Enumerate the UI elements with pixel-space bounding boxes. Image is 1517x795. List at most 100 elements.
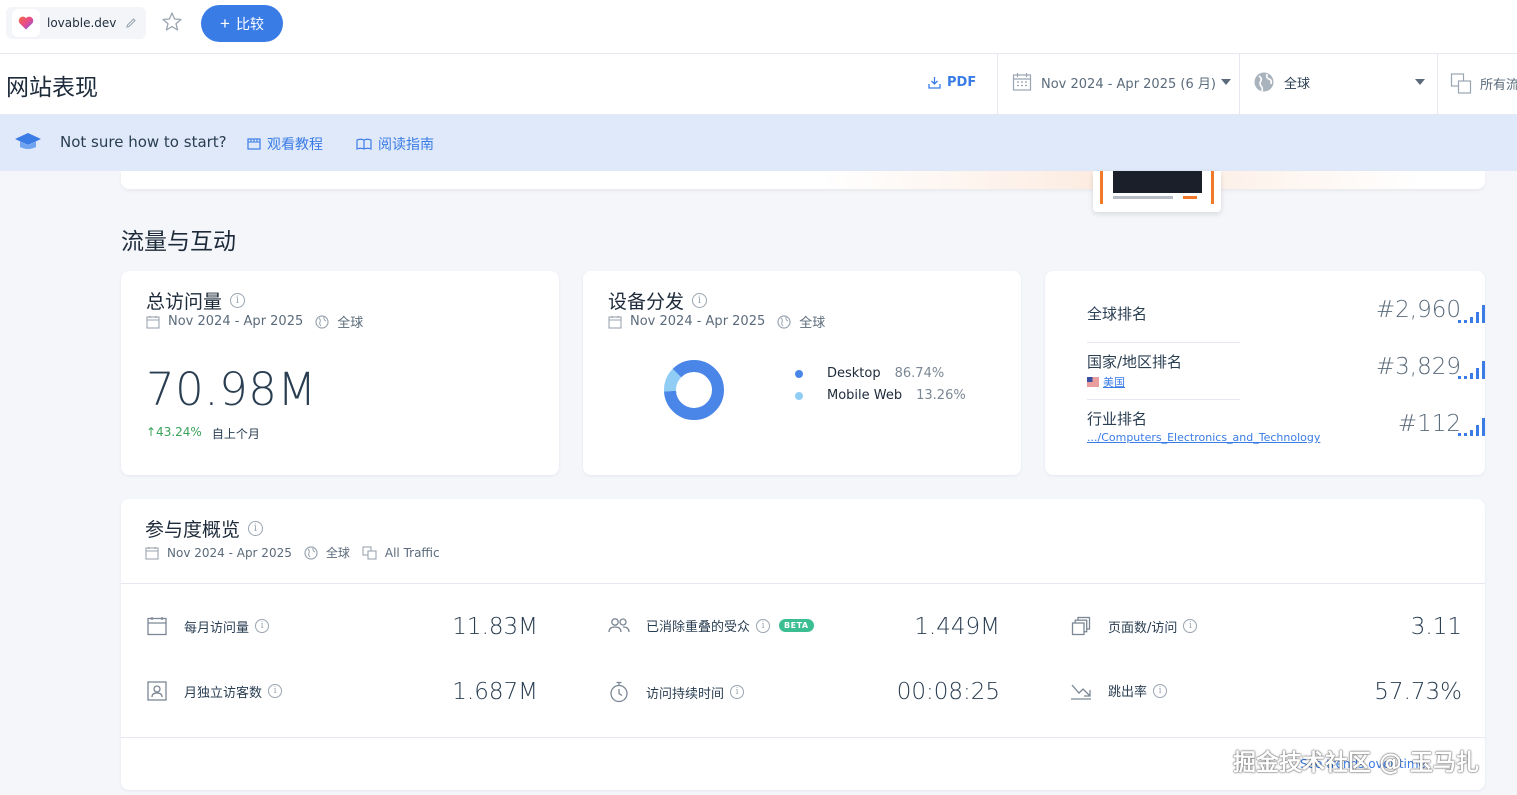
metric-pages-per-visit: 页面数/访问 i bbox=[1070, 616, 1198, 636]
card-title-text: 设备分发 bbox=[608, 291, 685, 313]
watch-tutorial-label: 观看教程 bbox=[267, 137, 323, 153]
legend-pct: 86.74% bbox=[894, 366, 945, 381]
info-icon[interactable]: i bbox=[1183, 619, 1198, 633]
globe-icon bbox=[777, 314, 791, 329]
heart-icon bbox=[12, 9, 40, 37]
calendar-icon bbox=[608, 315, 622, 329]
legend-dot bbox=[795, 369, 803, 378]
site-name: lovable.dev bbox=[47, 16, 117, 30]
total-visits-value: 70.98M bbox=[146, 363, 317, 416]
getting-started-banner: Not sure how to start? 观看教程 阅读指南 bbox=[0, 115, 1517, 171]
traffic-type: All Traffic bbox=[384, 545, 440, 560]
date-range: Nov 2024 - Apr 2025 bbox=[630, 314, 766, 329]
rank-value: #112 bbox=[1397, 411, 1461, 437]
info-icon[interactable]: i bbox=[268, 684, 283, 698]
device-distribution-card: 设备分发 i Nov 2024 - Apr 2025 全球 Desktop 86… bbox=[583, 271, 1021, 475]
metric-value: 1.687M bbox=[452, 679, 538, 705]
country-link-label: 美国 bbox=[1103, 376, 1125, 389]
traffic-value: 所有流 bbox=[1480, 77, 1517, 93]
rank-row-global: 全球排名 #2,960 bbox=[1087, 297, 1485, 324]
metric-label: 已消除重叠的受众 bbox=[646, 620, 751, 635]
info-icon[interactable]: i bbox=[730, 685, 745, 699]
metric-label: 页面数/访问 bbox=[1108, 620, 1178, 636]
date-range-select[interactable]: Nov 2024 - Apr 2025 (6 月) bbox=[1012, 72, 1231, 92]
page-header: 网站表现 PDF Nov 2024 - Apr 2025 (6 月) 全球 所有… bbox=[0, 54, 1517, 115]
pdf-button[interactable]: PDF bbox=[928, 75, 976, 90]
traffic-icon bbox=[362, 545, 377, 560]
metric-label: 跳出率 bbox=[1108, 685, 1148, 700]
info-icon[interactable]: i bbox=[230, 293, 246, 308]
watermark-text: 掘金技术社区 @ 玉马扎 bbox=[1233, 750, 1480, 776]
pdf-label: PDF bbox=[947, 75, 977, 90]
legend-mobile: Mobile Web 13.26% bbox=[795, 388, 966, 403]
metric-label: 访问持续时间 bbox=[646, 686, 725, 702]
metric-label: 月独立访客数 bbox=[184, 685, 263, 701]
region: 全球 bbox=[337, 316, 364, 331]
metric-unique-visitors: 月独立访客数 i bbox=[146, 681, 283, 701]
section-title: 流量与互动 bbox=[121, 229, 236, 255]
info-icon[interactable]: i bbox=[255, 619, 270, 633]
card-meta: Nov 2024 - Apr 2025 全球 bbox=[146, 312, 363, 331]
device-title: 设备分发 i bbox=[608, 287, 708, 314]
card-title-text: 参与度概览 bbox=[145, 519, 241, 541]
watch-tutorial-link[interactable]: 观看教程 bbox=[247, 134, 323, 154]
region: 全球 bbox=[799, 316, 826, 331]
download-icon bbox=[928, 77, 941, 89]
rank-row-industry: 行业排名 .../Computers_Electronics_and_Techn… bbox=[1087, 408, 1485, 444]
traffic-select[interactable]: 所有流 bbox=[1450, 72, 1517, 94]
device-donut-chart bbox=[664, 360, 724, 420]
legend-name: Mobile Web bbox=[827, 388, 903, 403]
pages-icon bbox=[1070, 616, 1092, 636]
caret-down-icon bbox=[1415, 79, 1425, 85]
plus-icon: + bbox=[220, 14, 230, 33]
card-meta: Nov 2024 - Apr 2025 全球 bbox=[608, 312, 825, 331]
country-value: 全球 bbox=[1284, 76, 1311, 92]
metric-value: 3.11 bbox=[1410, 614, 1462, 640]
date-range-value: Nov 2024 - Apr 2025 (6 月) bbox=[1041, 76, 1216, 92]
globe-icon bbox=[1254, 72, 1274, 92]
ranks-card: 全球排名 #2,960 国家/地区排名 美国 #3,829 行业排名 .../C… bbox=[1045, 271, 1485, 475]
header-divider bbox=[1239, 54, 1240, 114]
info-icon[interactable]: i bbox=[756, 618, 771, 633]
read-guide-link[interactable]: 阅读指南 bbox=[356, 134, 434, 154]
star-icon[interactable] bbox=[160, 10, 184, 38]
site-chip[interactable]: lovable.dev bbox=[6, 7, 146, 39]
card-meta: Nov 2024 - Apr 2025 全球 All Traffic bbox=[145, 544, 440, 561]
country-select[interactable]: 全球 bbox=[1253, 71, 1425, 93]
users-icon bbox=[608, 617, 630, 635]
legend-dot bbox=[795, 391, 803, 400]
growth-value: ↑43.24% bbox=[146, 425, 202, 439]
metric-value: 1.449M bbox=[914, 614, 1000, 640]
growth-indicator: ↑43.24% 自上个月 bbox=[146, 425, 260, 442]
globe-icon bbox=[304, 545, 318, 560]
legend-desktop: Desktop 86.74% bbox=[795, 366, 944, 381]
video-icon bbox=[247, 138, 261, 150]
thumbnail-screen bbox=[1113, 171, 1202, 193]
growth-label: 自上个月 bbox=[211, 427, 260, 441]
date-range: Nov 2024 - Apr 2025 bbox=[167, 545, 292, 560]
region: 全球 bbox=[325, 546, 350, 560]
visitor-icon bbox=[146, 681, 168, 701]
calendar-icon bbox=[1012, 73, 1032, 91]
header-divider bbox=[997, 54, 998, 114]
total-visits-title: 总访问量 i bbox=[146, 287, 246, 314]
compare-label: 比较 bbox=[235, 15, 264, 32]
graduation-cap-icon bbox=[14, 132, 42, 156]
info-icon[interactable]: i bbox=[1153, 683, 1168, 698]
site-thumbnail[interactable] bbox=[1093, 171, 1221, 212]
globe-icon bbox=[315, 314, 329, 329]
rank-value: #2,960 bbox=[1375, 297, 1461, 323]
rank-separator bbox=[1087, 342, 1240, 343]
info-icon[interactable]: i bbox=[692, 293, 708, 308]
info-icon[interactable]: i bbox=[248, 521, 264, 536]
calendar-icon bbox=[146, 616, 168, 636]
previous-card bbox=[121, 171, 1485, 189]
edit-icon[interactable] bbox=[125, 14, 137, 33]
rank-bars-icon bbox=[1458, 359, 1485, 379]
metric-deduplicated-audience: 已消除重叠的受众 i BETA bbox=[608, 616, 814, 635]
beta-badge: BETA bbox=[779, 619, 814, 632]
compare-button[interactable]: + 比较 bbox=[201, 5, 283, 42]
metric-value: 11.83M bbox=[452, 614, 538, 640]
thumbnail-caption bbox=[1113, 196, 1173, 199]
section-divider bbox=[121, 583, 1485, 584]
